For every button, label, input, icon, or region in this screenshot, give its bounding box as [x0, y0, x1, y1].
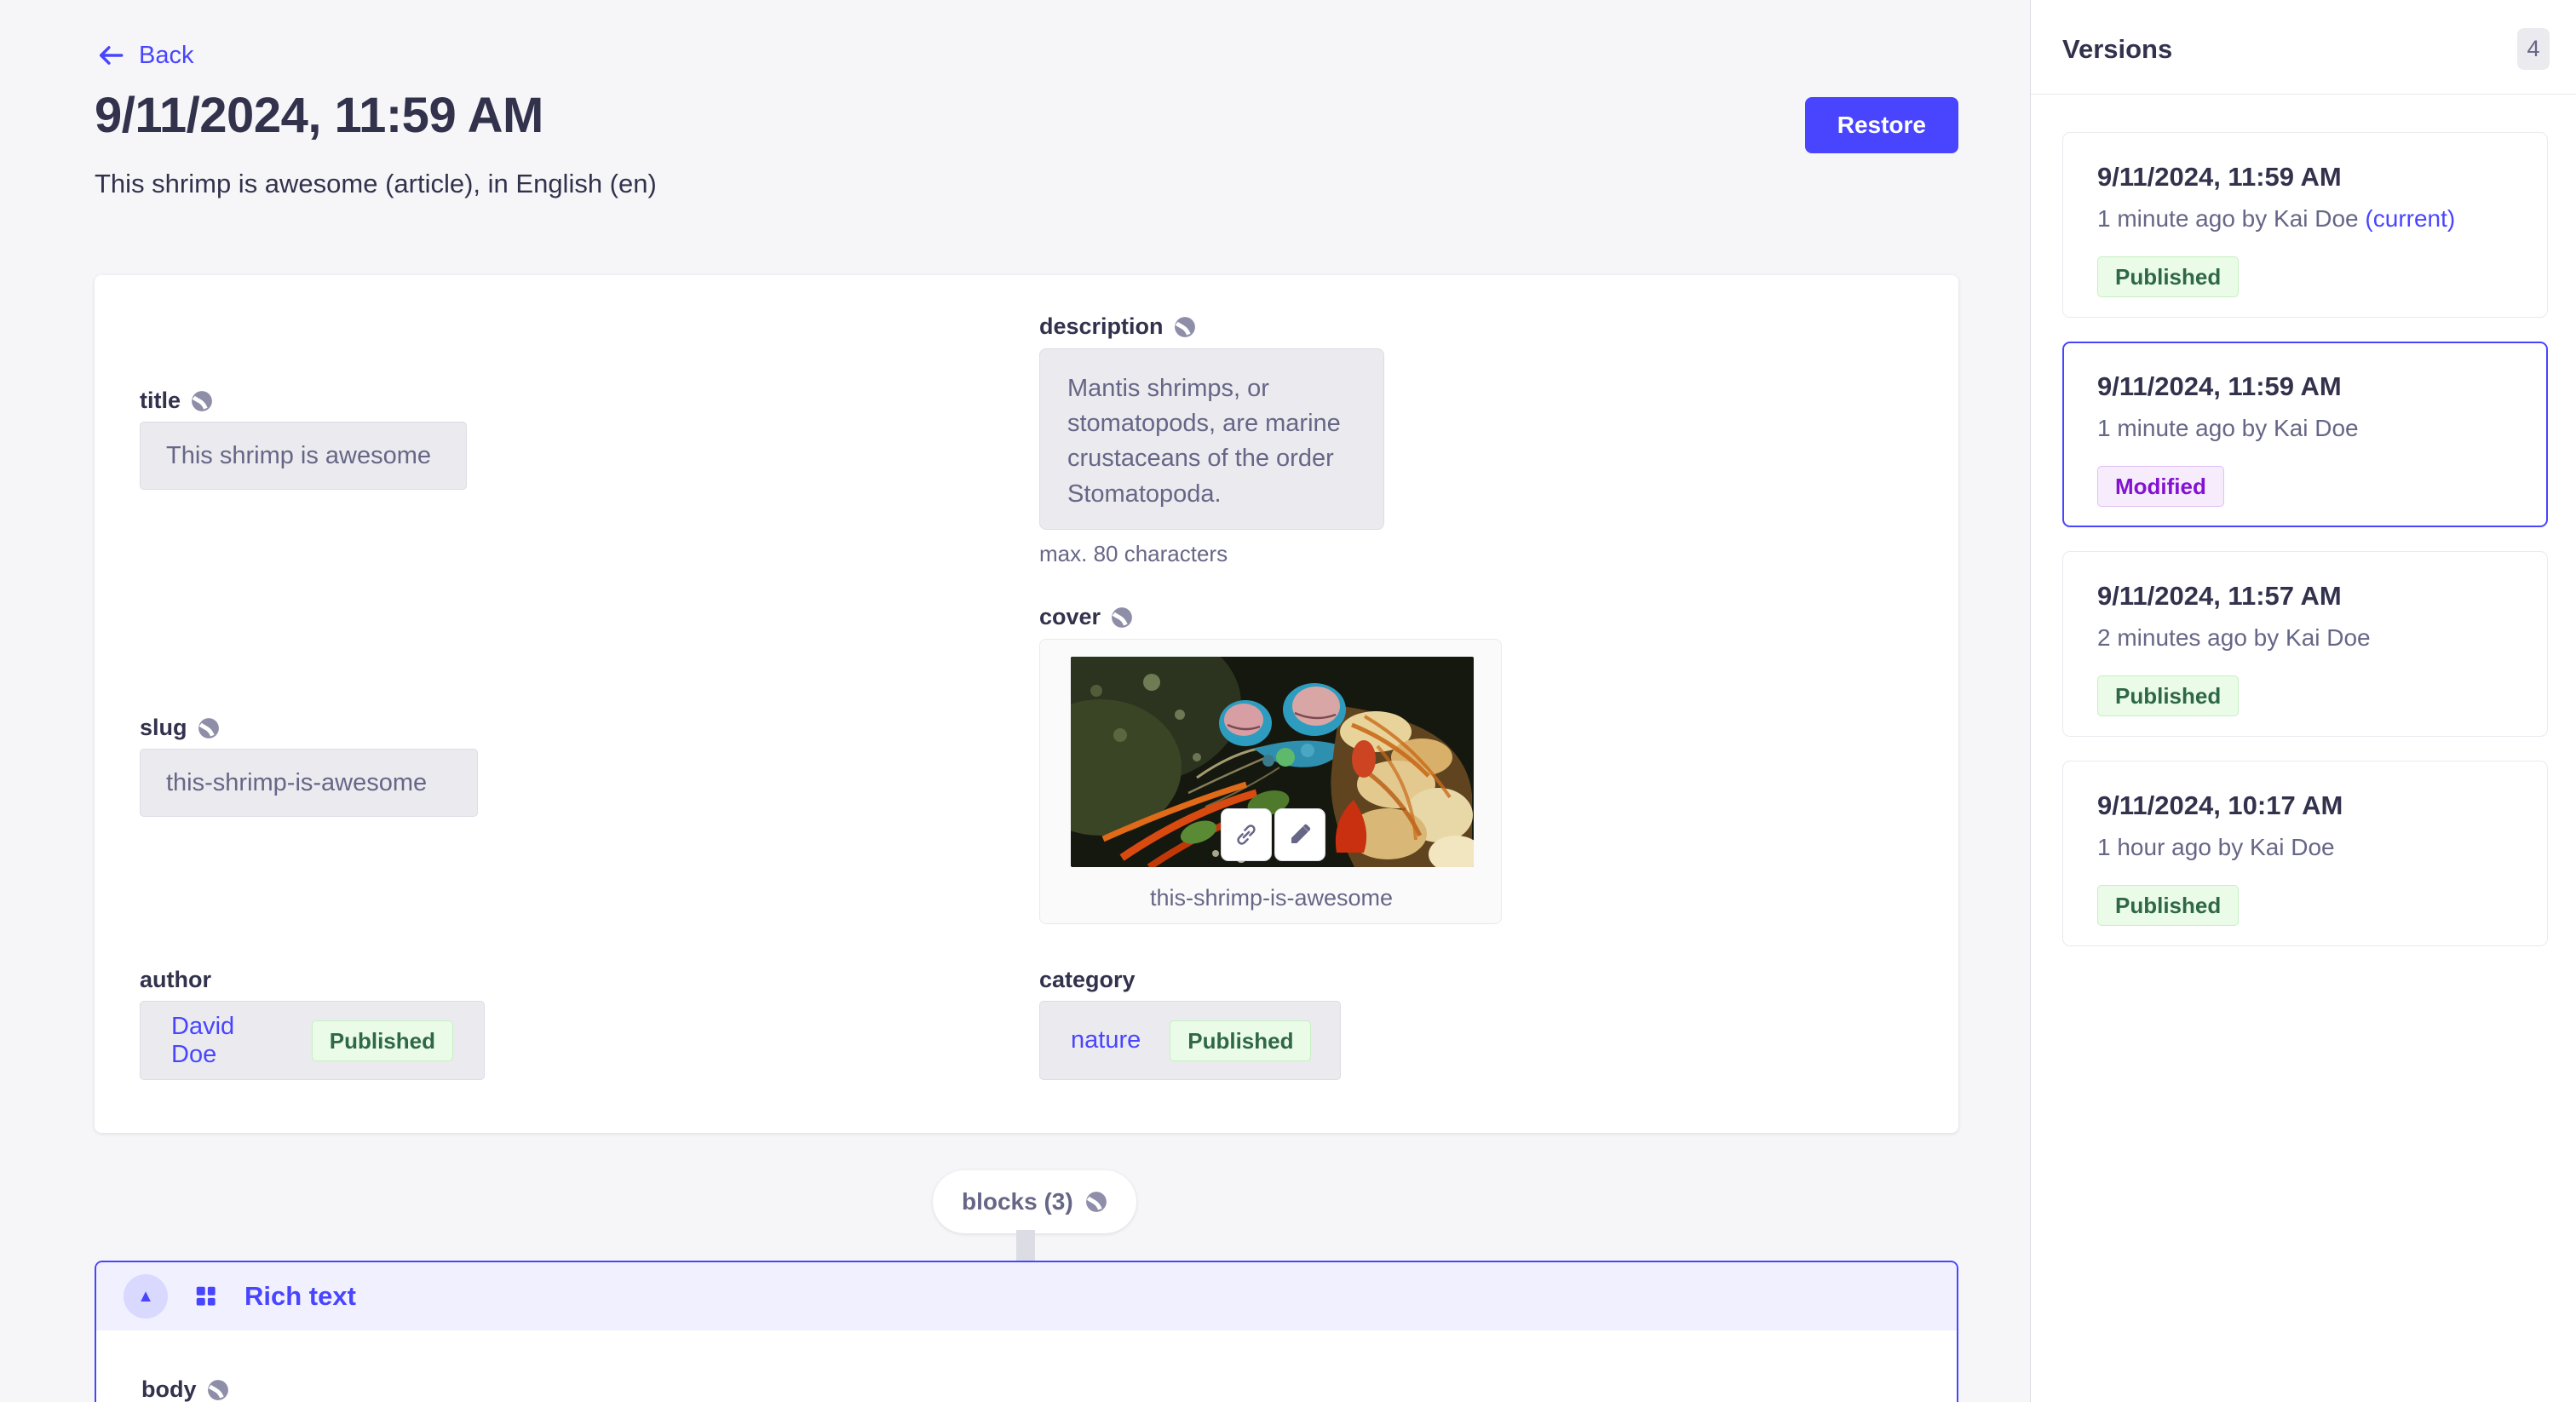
author-relation-link[interactable]: David Doe — [171, 1013, 283, 1069]
version-date: 9/11/2024, 10:17 AM — [2097, 790, 2513, 821]
version-card[interactable]: 9/11/2024, 10:17 AM 1 hour ago by Kai Do… — [2062, 761, 2548, 946]
version-status-badge: Published — [2097, 885, 2239, 926]
version-meta-text: 1 hour ago by Kai Doe — [2097, 834, 2335, 860]
arrow-left-icon — [96, 41, 125, 70]
restore-button[interactable]: Restore — [1805, 97, 1958, 153]
category-status-badge: Published — [1170, 1020, 1311, 1061]
cover-media-field: this-shrimp-is-awesome — [1039, 639, 1502, 924]
slug-input: this-shrimp-is-awesome — [140, 749, 478, 817]
version-meta: 2 minutes ago by Kai Doe — [2097, 624, 2513, 652]
version-content-card: description Mantis shrimps, or stomatopo… — [95, 275, 1958, 1133]
versions-count-badge: 4 — [2517, 28, 2550, 70]
back-link[interactable]: Back — [96, 41, 193, 70]
blocks-zone-pill: blocks (3) — [933, 1170, 1136, 1233]
rich-text-block-header[interactable]: ▲ Rich text — [96, 1262, 1957, 1330]
category-relation-field: nature Published — [1039, 1001, 1341, 1080]
author-relation-field: David Doe Published — [140, 1001, 485, 1080]
title-input: This shrimp is awesome — [140, 422, 467, 490]
version-current-link[interactable]: (current) — [2365, 205, 2455, 232]
description-textarea: Mantis shrimps, or stomatopods, are mari… — [1039, 348, 1384, 530]
rich-text-block: ▲ Rich text body — [95, 1261, 1958, 1402]
blocks-connector — [1016, 1230, 1035, 1262]
version-meta: 1 minute ago by Kai Doe — [2097, 415, 2513, 442]
version-list: 9/11/2024, 11:59 AM 1 minute ago by Kai … — [2062, 132, 2548, 946]
category-label: category — [1039, 967, 1136, 993]
author-label: author — [140, 967, 211, 993]
versions-sidebar: Versions 4 9/11/2024, 11:59 AM 1 minute … — [2030, 0, 2576, 1402]
collapse-block-button[interactable]: ▲ — [124, 1274, 168, 1319]
cover-caption: this-shrimp-is-awesome — [1040, 885, 1503, 911]
component-grid-icon — [193, 1284, 219, 1309]
version-card[interactable]: 9/11/2024, 11:59 AM 1 minute ago by Kai … — [2062, 132, 2548, 318]
page-subtitle: This shrimp is awesome (article), in Eng… — [95, 169, 657, 199]
pencil-icon — [1287, 822, 1313, 848]
globe-icon — [1111, 606, 1133, 629]
description-hint: max. 80 characters — [1039, 541, 1228, 567]
page-title: 9/11/2024, 11:59 AM — [95, 87, 543, 144]
version-meta: 1 hour ago by Kai Doe — [2097, 834, 2513, 861]
version-card[interactable]: 9/11/2024, 11:57 AM 2 minutes ago by Kai… — [2062, 551, 2548, 737]
link-icon — [1233, 822, 1259, 848]
version-card[interactable]: 9/11/2024, 11:59 AM 1 minute ago by Kai … — [2062, 342, 2548, 527]
versions-title: Versions — [2062, 34, 2172, 65]
slug-label: slug — [140, 715, 220, 741]
cover-label: cover — [1039, 604, 1133, 630]
version-date: 9/11/2024, 11:59 AM — [2097, 162, 2513, 192]
version-date: 9/11/2024, 11:59 AM — [2097, 371, 2513, 402]
body-field-label: body — [141, 1376, 229, 1402]
version-meta-text: 1 minute ago by Kai Doe — [2097, 415, 2359, 441]
version-meta: 1 minute ago by Kai Doe (current) — [2097, 205, 2513, 233]
version-meta-text: 1 minute ago by Kai Doe — [2097, 205, 2365, 232]
globe-icon — [191, 390, 213, 412]
description-label: description — [1039, 313, 1196, 340]
version-date: 9/11/2024, 11:57 AM — [2097, 581, 2513, 612]
sidebar-divider — [2031, 94, 2576, 95]
version-meta-text: 2 minutes ago by Kai Doe — [2097, 624, 2371, 651]
cover-actions — [1221, 808, 1325, 861]
version-status-badge: Published — [2097, 675, 2239, 716]
rich-text-block-title: Rich text — [244, 1281, 356, 1312]
title-label: title — [140, 388, 213, 414]
globe-icon — [207, 1379, 229, 1401]
globe-icon — [1085, 1191, 1107, 1213]
version-status-badge: Modified — [2097, 466, 2224, 507]
globe-icon — [198, 717, 220, 739]
blocks-zone-label: blocks (3) — [962, 1188, 1073, 1215]
author-status-badge: Published — [312, 1020, 453, 1061]
globe-icon — [1174, 316, 1196, 338]
cover-image — [1071, 657, 1474, 867]
category-relation-link[interactable]: nature — [1071, 1026, 1141, 1054]
triangle-up-icon: ▲ — [137, 1287, 154, 1307]
history-page: Back 9/11/2024, 11:59 AM This shrimp is … — [0, 0, 2576, 1402]
edit-media-button[interactable] — [1274, 808, 1325, 861]
back-label: Back — [139, 42, 193, 70]
version-status-badge: Published — [2097, 256, 2239, 297]
copy-link-button[interactable] — [1221, 808, 1272, 861]
